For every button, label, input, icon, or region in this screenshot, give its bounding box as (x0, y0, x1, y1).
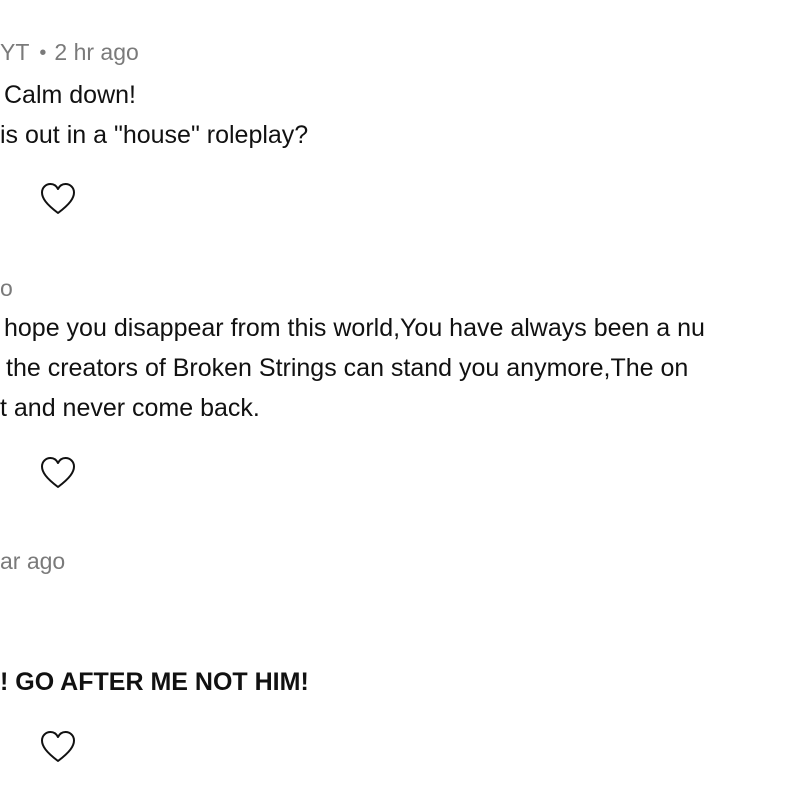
comment-text-line: Calm down! (4, 81, 136, 109)
comment-text-line: ! GO AFTER ME NOT HIM! (0, 668, 309, 696)
comment-meta: o (0, 274, 13, 302)
comment-author[interactable]: o (0, 275, 13, 301)
comment-text-line: hope you disappear from this world,You h… (4, 314, 705, 342)
heart-outline-icon (41, 457, 75, 488)
like-button[interactable] (40, 182, 76, 216)
comment-text-line: t and never come back. (0, 394, 260, 422)
comment-text-line: the creators of Broken Strings can stand… (6, 354, 689, 382)
comment-meta: ar ago (0, 547, 65, 575)
comments-page: YT • 2 hr ago Calm down! is out in a "hous… (0, 0, 797, 797)
comment-timestamp: ar ago (0, 548, 66, 574)
comment-timestamp: 2 hr ago (54, 39, 139, 65)
heart-outline-icon (41, 731, 75, 762)
like-button[interactable] (40, 456, 76, 490)
heart-outline-icon (41, 183, 75, 214)
comment-text-line: is out in a "house" roleplay? (0, 121, 309, 149)
comment-meta: YT • 2 hr ago (0, 38, 139, 67)
like-button[interactable] (40, 730, 76, 764)
meta-separator: • (39, 42, 47, 64)
comment-author[interactable]: YT (0, 39, 29, 65)
